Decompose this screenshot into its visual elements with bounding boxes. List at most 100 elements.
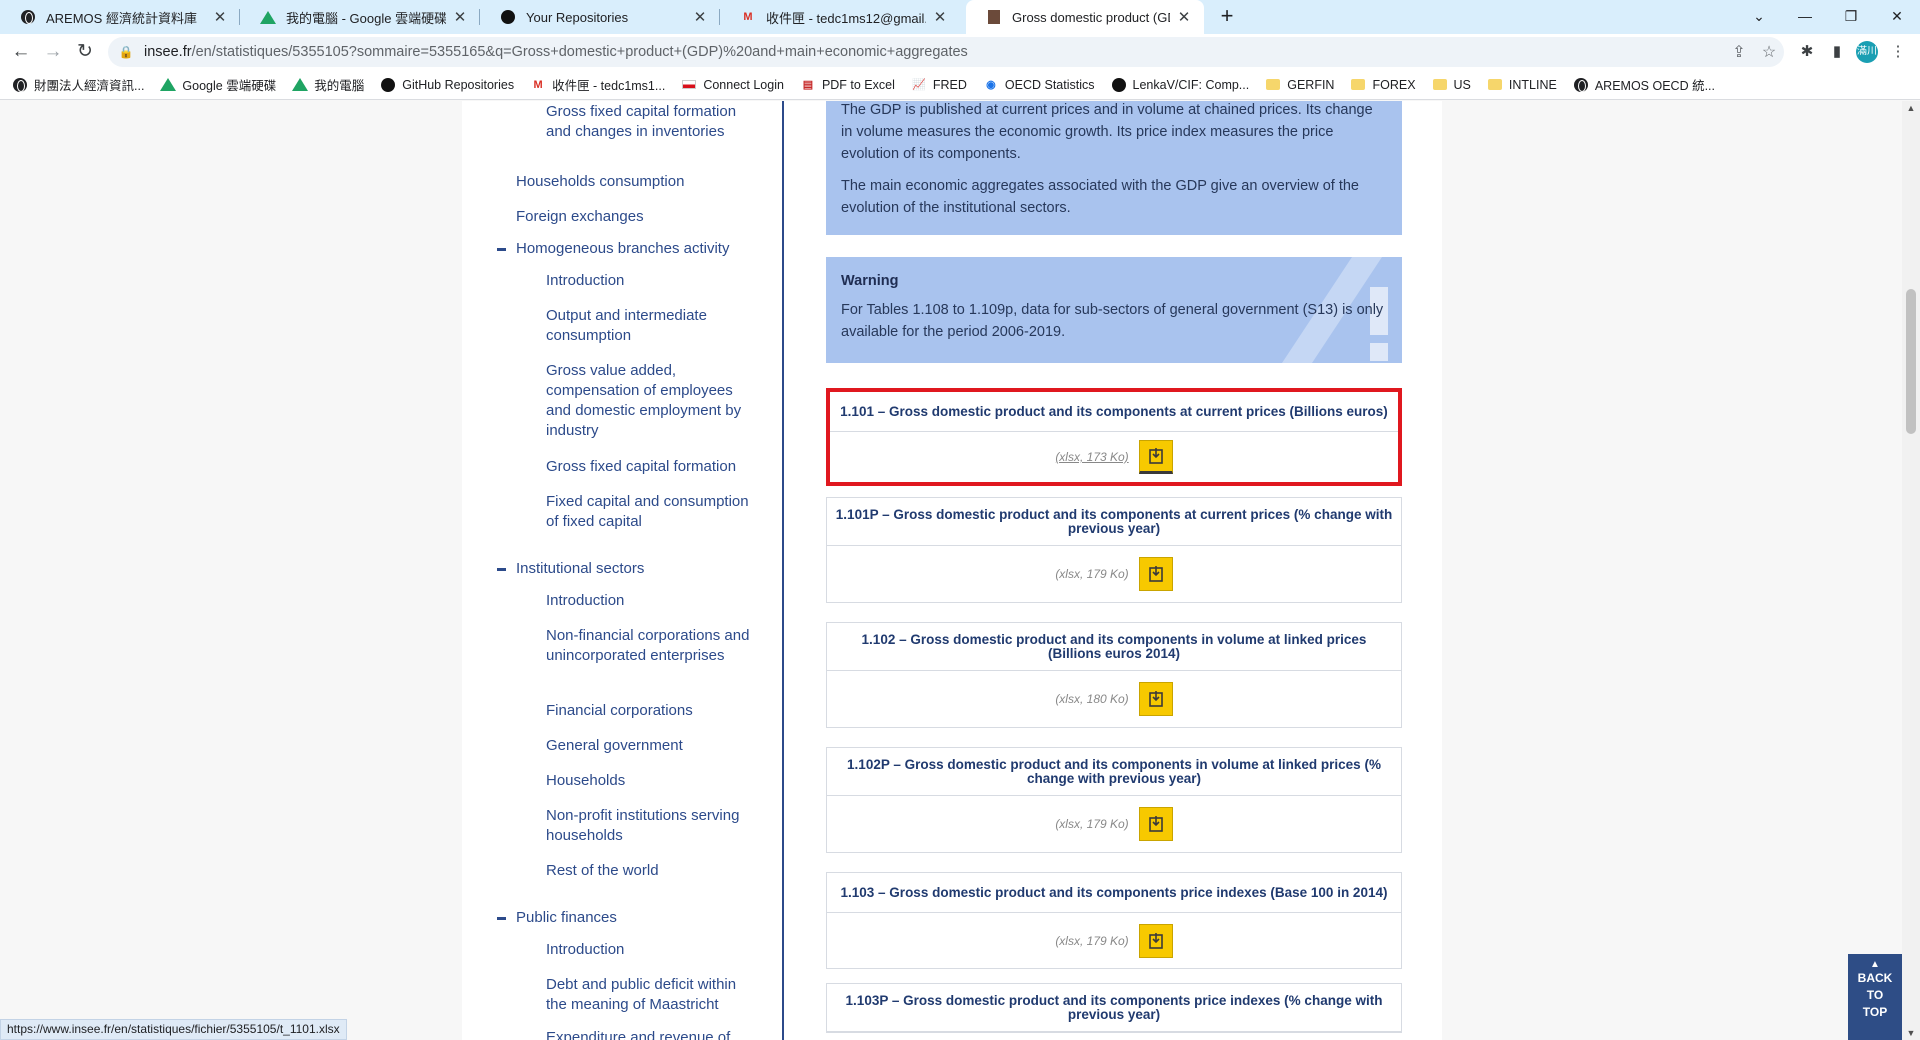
table-title-link[interactable]: 1.102P – Gross domestic product and its … bbox=[827, 748, 1401, 796]
restore-button[interactable]: ❐ bbox=[1828, 0, 1874, 34]
scroll-up-arrow-icon[interactable]: ▲ bbox=[1902, 103, 1920, 113]
scrollbar-thumb[interactable] bbox=[1906, 289, 1916, 434]
table-title-link[interactable]: 1.103 – Gross domestic product and its c… bbox=[827, 873, 1401, 913]
tab-label: Gross domestic product (GDP) bbox=[1012, 9, 1170, 25]
address-bar[interactable]: 🔒 insee.fr/en/statistiques/5355105?somma… bbox=[108, 37, 1784, 67]
sidebar-item-households-consumption[interactable]: Households consumption bbox=[516, 172, 684, 192]
bookmark-folder[interactable]: INTLINE bbox=[1487, 77, 1557, 93]
close-icon[interactable]: ✕ bbox=[212, 8, 228, 26]
sidebar-section-public-finances[interactable]: Public finances bbox=[516, 908, 617, 928]
bookmark-item[interactable]: 📈 FRED bbox=[911, 77, 967, 93]
table-title-link[interactable]: 1.102 – Gross domestic product and its c… bbox=[827, 623, 1401, 671]
url-text[interactable]: insee.fr/en/statistiques/5355105?sommair… bbox=[144, 44, 1724, 60]
file-info-link[interactable]: (xlsx, 180 Ko) bbox=[1055, 692, 1128, 706]
sidebar-item-expenditure-revenue[interactable]: Expenditure and revenue of bbox=[546, 1028, 756, 1040]
close-icon[interactable]: ✕ bbox=[692, 8, 708, 26]
sidebar-item-introduction[interactable]: Introduction bbox=[546, 271, 756, 291]
tab-github[interactable]: Your Repositories ✕ bbox=[480, 0, 720, 34]
close-icon[interactable]: ✕ bbox=[932, 8, 948, 26]
star-icon[interactable]: ☆ bbox=[1754, 42, 1784, 62]
bookmark-item[interactable]: 財團法人經濟資訊... bbox=[12, 75, 144, 94]
tab-label: AREMOS 經濟統計資料庫 bbox=[46, 10, 197, 26]
bookmark-label: AREMOS OECD 統... bbox=[1594, 79, 1715, 93]
status-bar-url: https://www.insee.fr/en/statistiques/fic… bbox=[0, 1019, 347, 1040]
extensions-icon[interactable]: ✱ bbox=[1795, 40, 1819, 64]
table-title-link[interactable]: 1.101P – Gross domestic product and its … bbox=[827, 498, 1401, 546]
sidebar-item-introduction[interactable]: Introduction bbox=[546, 940, 756, 960]
table-download-row: (xlsx, 179 Ko) bbox=[827, 546, 1401, 602]
bookmark-item[interactable]: GitHub Repositories bbox=[380, 77, 514, 93]
sidebar-item-general-government[interactable]: General government bbox=[546, 736, 756, 756]
forward-arrow-icon[interactable]: → bbox=[40, 39, 66, 65]
bookmark-folder[interactable]: FOREX bbox=[1350, 77, 1416, 93]
download-icon bbox=[1148, 816, 1163, 832]
window-close-button[interactable]: ✕ bbox=[1874, 0, 1920, 34]
side-panel-icon[interactable]: ▮ bbox=[1825, 40, 1849, 64]
file-info-link[interactable]: (xlsx, 179 Ko) bbox=[1055, 934, 1128, 948]
file-info-link[interactable]: (xlsx, 179 Ko) bbox=[1055, 567, 1128, 581]
scroll-down-arrow-icon[interactable]: ▼ bbox=[1902, 1028, 1920, 1038]
sidebar-nav: Gross fixed capital formation and change… bbox=[482, 101, 764, 1040]
download-icon bbox=[1148, 566, 1163, 582]
sidebar-item-gfcf-changes[interactable]: Gross fixed capital formation and change… bbox=[546, 102, 756, 142]
download-button[interactable] bbox=[1138, 923, 1173, 958]
back-arrow-icon[interactable]: ← bbox=[8, 39, 34, 65]
sidebar-item-output-intermediate[interactable]: Output and intermediate consumption bbox=[546, 306, 756, 346]
sidebar-item-fixed-capital[interactable]: Fixed capital and consumption of fixed c… bbox=[546, 492, 756, 532]
download-button[interactable] bbox=[1138, 807, 1173, 841]
tab-google-drive[interactable]: 我的電腦 - Google 雲端硬碟 ✕ bbox=[240, 0, 480, 34]
sidebar-section-homogeneous-branches[interactable]: Homogeneous branches activity bbox=[516, 239, 729, 259]
google-drive-icon bbox=[260, 9, 276, 25]
table-title-link[interactable]: 1.101 – Gross domestic product and its c… bbox=[830, 392, 1398, 432]
oecd-icon: ◉ bbox=[986, 79, 996, 91]
collapse-minus-icon[interactable] bbox=[497, 568, 506, 571]
tab-insee-gdp[interactable]: Gross domestic product (GDP) ✕ bbox=[966, 0, 1204, 34]
bookmark-folder[interactable]: GERFIN bbox=[1265, 77, 1334, 93]
file-info-link[interactable]: (xlsx, 173 Ko) bbox=[1055, 450, 1128, 464]
tab-gmail[interactable]: M 收件匣 - tedc1ms12@gmail.com ✕ bbox=[720, 0, 960, 34]
bookmark-item[interactable]: 我的電腦 bbox=[292, 75, 364, 94]
bookmark-item[interactable]: Connect Login bbox=[681, 77, 784, 93]
bookmark-item[interactable]: Google 雲端硬碟 bbox=[160, 75, 276, 94]
close-icon[interactable]: ✕ bbox=[1176, 8, 1192, 26]
new-tab-button[interactable]: + bbox=[1214, 4, 1240, 30]
google-drive-icon bbox=[160, 77, 177, 93]
download-button[interactable] bbox=[1138, 557, 1173, 591]
download-button[interactable] bbox=[1138, 682, 1173, 716]
bookmark-item[interactable]: ▤ PDF to Excel bbox=[800, 77, 895, 93]
avatar[interactable]: 滿川 bbox=[1856, 41, 1878, 63]
sidebar-item-gross-value-added[interactable]: Gross value added, compensation of emplo… bbox=[546, 361, 756, 441]
bookmark-folder[interactable]: US bbox=[1432, 77, 1471, 93]
page-scrollbar[interactable]: ▲ ▼ bbox=[1902, 101, 1920, 1040]
share-icon[interactable]: ⇪ bbox=[1724, 42, 1754, 62]
bookmark-item[interactable]: LenkaV/CIF: Comp... bbox=[1111, 77, 1249, 93]
sidebar-item-financial-corporations[interactable]: Financial corporations bbox=[546, 701, 756, 721]
sidebar-item-npish[interactable]: Non-profit institutions serving househol… bbox=[546, 806, 756, 846]
close-icon[interactable]: ✕ bbox=[452, 8, 468, 26]
sidebar-item-introduction[interactable]: Introduction bbox=[546, 591, 756, 611]
collapse-minus-icon[interactable] bbox=[497, 917, 506, 920]
download-button[interactable] bbox=[1138, 440, 1173, 474]
sidebar-section-institutional-sectors[interactable]: Institutional sectors bbox=[516, 559, 644, 579]
bookmark-item[interactable]: ◉ OECD Statistics bbox=[983, 77, 1094, 93]
sidebar-item-rest-of-world[interactable]: Rest of the world bbox=[546, 861, 756, 881]
reload-icon[interactable]: ↻ bbox=[72, 39, 98, 65]
bookmarks-bar: 財團法人經濟資訊... Google 雲端硬碟 我的電腦 GitHub Repo… bbox=[0, 70, 1920, 100]
sidebar-item-households[interactable]: Households bbox=[546, 771, 756, 791]
folder-icon bbox=[1265, 77, 1281, 93]
chevron-down-icon[interactable]: ⌄ bbox=[1736, 0, 1782, 34]
collapse-minus-icon[interactable] bbox=[497, 248, 506, 251]
bookmark-item[interactable]: M 收件匣 - tedc1ms1... bbox=[530, 75, 665, 94]
sidebar-item-debt-maastricht[interactable]: Debt and public deficit within the meani… bbox=[546, 975, 756, 1015]
sidebar-item-gfcf[interactable]: Gross fixed capital formation bbox=[546, 457, 756, 477]
table-title-link[interactable]: 1.103P – Gross domestic product and its … bbox=[827, 984, 1401, 1032]
sidebar-item-non-financial-corporations[interactable]: Non-financial corporations and unincorpo… bbox=[546, 626, 756, 666]
file-info-link[interactable]: (xlsx, 179 Ko) bbox=[1055, 817, 1128, 831]
tab-aremos[interactable]: AREMOS 經濟統計資料庫 ✕ bbox=[0, 0, 240, 34]
table-download-row: (xlsx, 180 Ko) bbox=[827, 671, 1401, 727]
bookmark-item[interactable]: AREMOS OECD 統... bbox=[1573, 75, 1715, 94]
sidebar-item-foreign-exchanges[interactable]: Foreign exchanges bbox=[516, 207, 644, 227]
menu-icon[interactable]: ⋮ bbox=[1886, 40, 1910, 64]
back-to-top-button[interactable]: ▲ BACK TO TOP bbox=[1848, 954, 1902, 1040]
minimize-button[interactable]: — bbox=[1782, 0, 1828, 34]
